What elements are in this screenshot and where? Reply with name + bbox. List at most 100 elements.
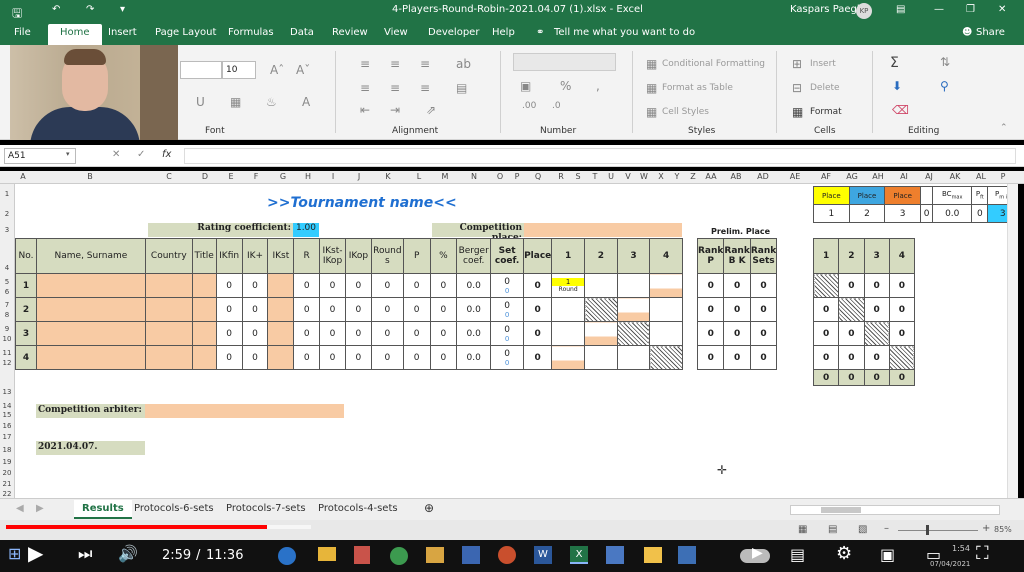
- column-header[interactable]: AE: [788, 172, 802, 181]
- tab-view[interactable]: View: [384, 27, 408, 38]
- edge-browser-icon[interactable]: [278, 547, 296, 565]
- value-cell[interactable]: 0: [215, 273, 243, 298]
- cross-cell[interactable]: 0: [863, 345, 890, 370]
- customize-qat-icon[interactable]: ▾: [120, 4, 125, 15]
- clear-icon[interactable]: ⌫: [892, 103, 909, 117]
- column-header[interactable]: T: [590, 172, 600, 181]
- set-coef-cell[interactable]: 00: [490, 321, 525, 346]
- minimize-icon[interactable]: —: [934, 4, 944, 15]
- column-header[interactable]: AD: [756, 172, 770, 181]
- column-header[interactable]: AK: [948, 172, 962, 181]
- value-cell[interactable]: 0.0: [456, 297, 492, 322]
- row-header[interactable]: 3: [0, 226, 14, 234]
- increase-indent-icon[interactable]: ⇥: [390, 103, 400, 117]
- column-header[interactable]: R: [556, 172, 566, 181]
- powerpoint-icon[interactable]: [498, 546, 516, 564]
- row-header[interactable]: 16: [0, 422, 14, 430]
- header-cell[interactable]: Berger coef.: [456, 238, 492, 274]
- legend-place-3[interactable]: Place: [884, 186, 921, 205]
- zoom-slider-thumb[interactable]: [926, 525, 929, 535]
- value-cell[interactable]: 0: [215, 297, 243, 322]
- column-header[interactable]: AL: [974, 172, 988, 181]
- rank-cell[interactable]: 0: [723, 345, 751, 370]
- column-header[interactable]: P: [512, 172, 522, 181]
- country-cell[interactable]: [144, 297, 193, 322]
- sheet-tab-protocols-4[interactable]: Protocols-4-sets: [318, 503, 398, 514]
- comma-icon[interactable]: ,: [596, 79, 600, 93]
- cross-cell[interactable]: 0: [812, 345, 840, 370]
- value-cell[interactable]: 0: [241, 345, 269, 370]
- player-number[interactable]: 3: [15, 321, 37, 346]
- excel-icon[interactable]: X: [570, 546, 588, 564]
- header-cell[interactable]: Name, Surname: [35, 238, 146, 274]
- decrease-font-icon[interactable]: Aˇ: [296, 63, 310, 77]
- next-sheet-icon[interactable]: ▶: [36, 503, 44, 514]
- result-cell[interactable]: [584, 273, 618, 298]
- photos-icon[interactable]: [426, 547, 444, 563]
- zoom-in-icon[interactable]: +: [982, 523, 990, 534]
- value-cell[interactable]: 0: [370, 297, 404, 322]
- underline-icon[interactable]: U: [196, 95, 205, 109]
- value-cell[interactable]: 0: [215, 345, 243, 370]
- value-cell[interactable]: 0.0: [456, 321, 492, 346]
- video-progress-bar[interactable]: [6, 525, 268, 529]
- column-header[interactable]: Z: [688, 172, 698, 181]
- decrease-decimal-icon[interactable]: .0: [552, 101, 561, 111]
- value-cell[interactable]: 0: [429, 297, 458, 322]
- row-header[interactable]: 17: [0, 433, 14, 441]
- title-cell[interactable]: [191, 273, 217, 298]
- value-cell[interactable]: 0: [293, 297, 321, 322]
- miniplayer-icon[interactable]: ▣: [880, 545, 895, 564]
- name-box-dropdown-icon[interactable]: ▾: [66, 150, 70, 158]
- align-middle-icon[interactable]: ≡: [390, 57, 400, 71]
- format-cells-button[interactable]: Format: [810, 107, 842, 117]
- header-cell[interactable]: 1: [551, 238, 586, 274]
- horizontal-scrollbar[interactable]: [790, 505, 1000, 515]
- column-header[interactable]: B: [85, 172, 95, 181]
- autosum-icon[interactable]: Σ: [890, 55, 899, 71]
- rank-cell[interactable]: 0: [723, 273, 751, 298]
- legend-value[interactable]: 2: [848, 204, 886, 223]
- cell-styles-button[interactable]: Cell Styles: [662, 107, 709, 117]
- increase-font-icon[interactable]: Aˆ: [270, 63, 284, 77]
- app-icon[interactable]: [354, 546, 370, 564]
- value-cell[interactable]: 0: [344, 273, 372, 298]
- player-number[interactable]: 4: [15, 345, 37, 370]
- windows-start-icon[interactable]: ⊞: [8, 544, 21, 563]
- name-cell[interactable]: [35, 297, 146, 322]
- cross-header[interactable]: 1: [812, 238, 840, 274]
- prev-sheet-icon[interactable]: ◀: [16, 503, 24, 514]
- format-as-table-button[interactable]: Format as Table: [662, 83, 733, 93]
- place-cell[interactable]: 0: [523, 297, 553, 322]
- row-header[interactable]: 15: [0, 411, 14, 419]
- arbiter-input[interactable]: [145, 404, 344, 418]
- result-cell[interactable]: [616, 273, 651, 298]
- conditional-formatting-button[interactable]: Conditional Formatting: [662, 59, 765, 69]
- app-icon[interactable]: [462, 546, 480, 564]
- row-header[interactable]: 8: [0, 311, 14, 319]
- cross-cell[interactable]: 0: [888, 321, 916, 346]
- legend-value[interactable]: 1: [813, 204, 850, 223]
- normal-view-icon[interactable]: ▦: [798, 524, 807, 535]
- sticky-notes-icon[interactable]: [644, 547, 662, 563]
- value-cell[interactable]: 0: [370, 321, 404, 346]
- value-cell[interactable]: 0: [429, 345, 458, 370]
- header-cell[interactable]: %: [429, 238, 458, 274]
- ikst-cell[interactable]: [267, 297, 295, 322]
- value-cell[interactable]: 0: [215, 321, 243, 346]
- column-header[interactable]: F: [251, 172, 261, 181]
- rank-cell[interactable]: 0: [723, 297, 751, 322]
- share-button[interactable]: Share: [976, 27, 1005, 38]
- row-header[interactable]: 14: [0, 402, 14, 410]
- set-coef-cell[interactable]: 00: [490, 273, 525, 298]
- result-cell[interactable]: [584, 345, 618, 370]
- orientation-icon[interactable]: ⇗: [426, 103, 436, 117]
- header-cell[interactable]: Round s: [370, 238, 404, 274]
- legend-cell[interactable]: [919, 186, 934, 205]
- title-cell[interactable]: [191, 345, 217, 370]
- sheet-tab-results[interactable]: Results: [74, 500, 132, 519]
- ikst-cell[interactable]: [267, 273, 295, 298]
- result-cell[interactable]: [551, 297, 586, 322]
- ribbon-display-icon[interactable]: ▤: [896, 4, 905, 15]
- result-cell[interactable]: [616, 345, 651, 370]
